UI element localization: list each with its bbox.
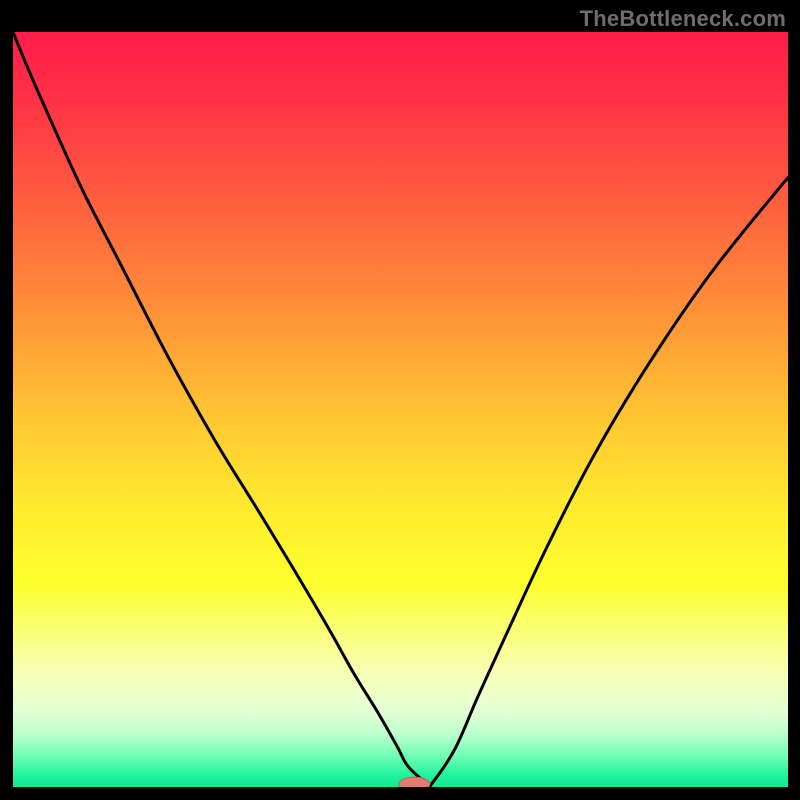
chart-plot-area	[13, 32, 788, 787]
chart-container: TheBottleneck.com	[0, 0, 800, 800]
minimum-marker	[399, 777, 430, 787]
chart-svg	[13, 32, 788, 787]
gradient-background	[13, 32, 788, 787]
watermark-text: TheBottleneck.com	[580, 6, 786, 32]
